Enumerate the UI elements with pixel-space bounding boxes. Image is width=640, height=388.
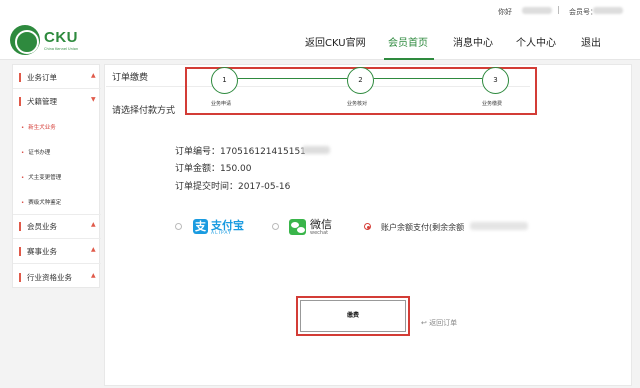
logo-text[interactable]: CKU bbox=[44, 29, 78, 46]
order-payment-title: 订单缴费 bbox=[112, 73, 149, 83]
caret-up-icon: ▲ bbox=[91, 72, 96, 79]
step-2-label: 业务核对 bbox=[347, 101, 368, 107]
sidebar-item-label: 业务订单 bbox=[27, 73, 57, 82]
sidebar-item-label: 赛事业务 bbox=[27, 247, 57, 256]
caret-up-icon: ▲ bbox=[91, 246, 96, 253]
sub-item-label: 犬主变更管理 bbox=[28, 175, 62, 181]
nav-active-underline bbox=[384, 58, 434, 60]
nav-personal-center[interactable]: 个人中心 bbox=[516, 34, 556, 49]
sidebar: 业务订单 ▲ 犬籍管理 ▼ • 新生犬业务 • 证书办理 • 犬主变更管理 • 赛级犬种… bbox=[12, 64, 101, 288]
sidebar-divider bbox=[13, 238, 101, 239]
sidebar-marker bbox=[19, 73, 21, 82]
alipay-subtitle: ALIPAY bbox=[211, 231, 232, 236]
sidebar-item-label: 会员业务 bbox=[27, 222, 57, 231]
step-1-circle: 1 bbox=[211, 67, 238, 94]
wechat-radio[interactable] bbox=[272, 223, 279, 230]
sidebar-sub-owner-change[interactable]: • 犬主变更管理 bbox=[21, 173, 61, 181]
back-to-order-link[interactable]: ↩ 返回订单 bbox=[421, 318, 457, 328]
alipay-radio[interactable] bbox=[175, 223, 182, 230]
sub-item-label: 赛级犬种鉴定 bbox=[28, 200, 62, 206]
logo-subtitle: China Kennel Union bbox=[44, 47, 79, 51]
step-3-circle: 3 bbox=[482, 67, 509, 94]
site-header: CKU China Kennel Union 返回CKU官网 会员首页 消息中心… bbox=[0, 22, 640, 60]
back-to-order-label: 返回订单 bbox=[429, 319, 458, 327]
sidebar-marker bbox=[19, 247, 21, 256]
cku-logo-icon[interactable] bbox=[10, 25, 40, 55]
wechat-icon bbox=[289, 219, 306, 235]
sidebar-sub-certificate[interactable]: • 证书办理 bbox=[21, 148, 50, 156]
step-3-label: 业务缴费 bbox=[482, 101, 503, 107]
caret-down-icon: ▼ bbox=[91, 96, 96, 103]
step-connector bbox=[374, 78, 482, 79]
utility-separator: | bbox=[557, 5, 560, 14]
sidebar-divider bbox=[13, 214, 101, 215]
sidebar-item-label: 行业资格业务 bbox=[27, 273, 72, 282]
sidebar-marker bbox=[19, 222, 21, 231]
sidebar-marker bbox=[19, 97, 21, 106]
greeting-text: 你好 bbox=[498, 8, 512, 16]
order-amount: 订单金额：150.00 bbox=[175, 164, 252, 174]
step-connector bbox=[238, 78, 347, 79]
caret-up-icon: ▲ bbox=[91, 221, 96, 228]
nav-logout[interactable]: 退出 bbox=[581, 34, 601, 49]
step-1-label: 业务申请 bbox=[211, 101, 232, 107]
sidebar-divider bbox=[13, 88, 101, 89]
sidebar-sub-newborn[interactable]: • 新生犬业务 bbox=[21, 123, 56, 131]
sidebar-sub-breed-appraisal[interactable]: • 赛级犬种鉴定 bbox=[21, 198, 61, 206]
order-number: 订单编号：170516121415151 bbox=[175, 147, 306, 157]
redacted-order-digits bbox=[302, 146, 330, 154]
account-balance-radio[interactable] bbox=[364, 223, 371, 230]
order-date: 订单提交时间：2017-05-16 bbox=[175, 182, 291, 192]
account-balance-label[interactable]: 账户余额支付(剩余余额 bbox=[381, 222, 464, 233]
redacted-member-number bbox=[593, 7, 623, 14]
payment-method-title: 请选择付款方式 bbox=[112, 106, 176, 116]
nav-back-to-cku[interactable]: 返回CKU官网 bbox=[305, 34, 366, 49]
sidebar-marker bbox=[19, 273, 21, 282]
caret-up-icon: ▲ bbox=[91, 272, 96, 279]
sidebar-item-label: 犬籍管理 bbox=[27, 97, 57, 106]
wechat-subtitle: wechat bbox=[310, 230, 329, 236]
sub-item-label: 新生犬业务 bbox=[28, 125, 56, 131]
pay-button[interactable]: 缴费 bbox=[300, 300, 406, 332]
step-2-circle: 2 bbox=[347, 67, 374, 94]
top-utility-bar: 你好 | 会员号： bbox=[0, 0, 640, 22]
nav-message-center[interactable]: 消息中心 bbox=[453, 34, 493, 49]
sub-item-label: 证书办理 bbox=[28, 150, 51, 156]
back-arrow-icon: ↩ bbox=[421, 319, 430, 327]
redacted-username bbox=[522, 7, 552, 14]
sidebar-divider bbox=[13, 263, 101, 264]
redacted-balance bbox=[470, 222, 528, 230]
nav-member-home[interactable]: 会员首页 bbox=[388, 34, 428, 49]
alipay-icon: 支 bbox=[193, 219, 208, 234]
